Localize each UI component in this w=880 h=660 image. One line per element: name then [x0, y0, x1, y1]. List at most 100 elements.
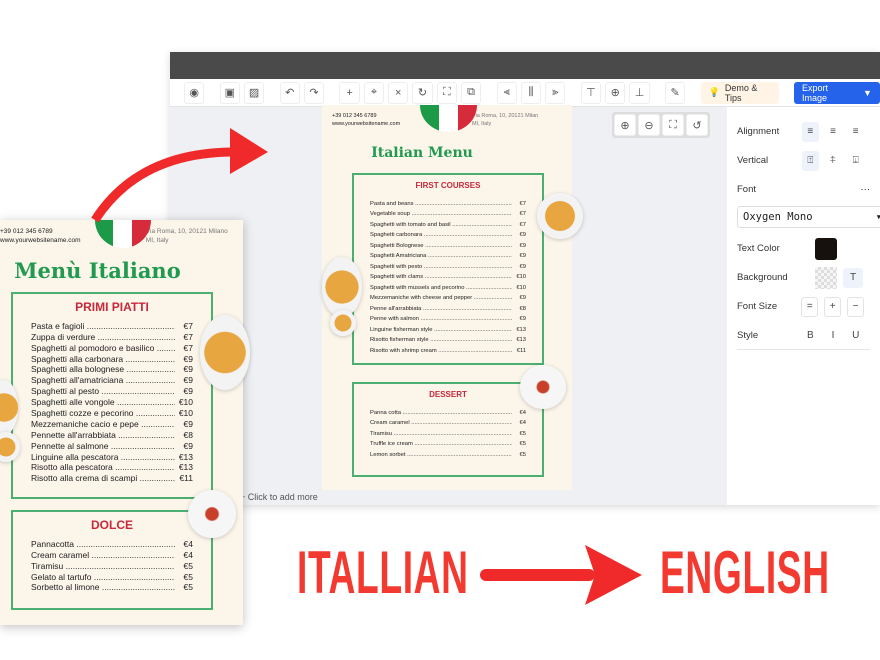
menu-item[interactable]: Sorbetto al limone €5	[31, 582, 193, 592]
title-bar	[170, 52, 880, 79]
size-increase-button[interactable]: +	[824, 296, 842, 317]
menu-item[interactable]: Zuppa di verdure €7	[31, 331, 193, 342]
demo-label: Demo & Tips	[724, 82, 758, 103]
menu-item[interactable]: Spaghetti cozze e pecorino€10	[31, 407, 193, 418]
menu-item[interactable]: Risotto alla pescatora€13	[31, 462, 193, 472]
menu-item[interactable]: Linguine fisherman style €13	[370, 322, 526, 333]
size-reset-button[interactable]: =	[801, 296, 819, 317]
align-left-icon[interactable]: ≡	[802, 121, 819, 142]
menu-item[interactable]: Risotto fisherman style €13	[370, 333, 526, 343]
menu-item[interactable]: Spaghetti alla bolognese €9	[31, 364, 193, 374]
menu-item[interactable]: Spaghetti Amatriciana €9	[370, 249, 526, 259]
menu-item[interactable]: Pennette all'arrabbiata €8	[31, 429, 193, 440]
demo-tips-button[interactable]: 💡 Demo & Tips	[700, 81, 779, 104]
align-center-icon[interactable]: ⫼	[520, 81, 542, 104]
align-bottom-icon[interactable]: ⊥	[629, 81, 650, 104]
item-price: €9	[183, 418, 193, 429]
fit-icon[interactable]: ⛶	[662, 114, 684, 136]
add-more-hint[interactable]: + Click to add more	[240, 492, 318, 502]
menu-item[interactable]: Lemon sorbet €5	[370, 447, 526, 458]
pasta-plate-image	[322, 257, 362, 317]
item-price: €9	[183, 386, 193, 397]
eye-icon[interactable]: ◉	[184, 81, 205, 104]
menu-item[interactable]: Pasta and beans €7	[370, 196, 526, 207]
menu-item[interactable]: Tiramisu €5	[31, 560, 193, 571]
add-icon[interactable]: +	[339, 81, 360, 104]
section-title[interactable]: DESSERT	[354, 390, 542, 399]
align-top-icon[interactable]: ⊤	[580, 81, 602, 104]
close-icon[interactable]: ×	[388, 81, 409, 104]
align-center-icon[interactable]: ≡	[825, 122, 842, 142]
font-select[interactable]: Oxygen Mono ▾	[737, 206, 880, 228]
menu-item[interactable]: Pasta e fagioli €7	[31, 320, 193, 331]
item-price: €7	[183, 320, 193, 331]
caret-down-icon[interactable]: ▼	[863, 88, 872, 98]
menu-item[interactable]: Pennette al salmone €9	[31, 440, 193, 451]
menu-item[interactable]: Spaghetti Bolognese €9	[370, 238, 526, 249]
menu-item[interactable]: Mezzemaniche with cheese and pepper €9	[370, 291, 526, 301]
section-title[interactable]: DOLCE	[13, 518, 211, 532]
section-title[interactable]: FIRST COURSES	[354, 181, 542, 190]
menu-item[interactable]: Cream caramel €4	[31, 549, 193, 560]
zoom-in-icon[interactable]: ⊕	[614, 114, 636, 136]
valign-bottom-icon[interactable]: ⍗	[847, 151, 864, 171]
bold-button[interactable]: B	[802, 325, 819, 345]
scan-icon[interactable]: ⛶	[436, 81, 457, 104]
menu-item[interactable]: Vegetable soup €7	[370, 207, 526, 217]
align-right-icon[interactable]: ⫸	[545, 81, 566, 104]
arrow-head	[230, 128, 268, 174]
align-left-icon[interactable]: ⫷	[496, 81, 517, 104]
italic-button[interactable]: I	[825, 325, 842, 345]
link-icon[interactable]: ⧉	[460, 81, 482, 104]
valign-middle-icon[interactable]: ⍏	[825, 151, 842, 171]
menu-item[interactable]: Risotto alla crema di scampi €11	[31, 472, 193, 483]
menu-item[interactable]: Spaghetti alla carbonara €9	[31, 353, 193, 364]
bg-text-button[interactable]: T	[843, 267, 863, 288]
menu-item[interactable]: Spaghetti all'amatriciana €9	[31, 374, 193, 385]
item-price: €10	[178, 397, 193, 408]
text-color-swatch[interactable]	[815, 237, 837, 260]
transparent-swatch[interactable]	[815, 266, 837, 289]
menu-item[interactable]: Truffle ice cream €5	[370, 437, 526, 447]
menu-item[interactable]: Linguine alla pescatora€13	[31, 451, 193, 462]
menu-item[interactable]: Cream caramel €4	[370, 416, 526, 426]
item-name: Linguine fisherman style	[370, 327, 512, 333]
reset-icon[interactable]: ↺	[686, 114, 708, 136]
menu-item[interactable]: Spaghetti carbonara €9	[370, 228, 526, 238]
size-decrease-button[interactable]: −	[847, 296, 864, 317]
menu-item[interactable]: Panna cotta €4	[370, 405, 526, 416]
align-right-icon[interactable]: ≡	[847, 122, 864, 142]
zoom-out-icon[interactable]: ⊖	[638, 114, 660, 136]
menu-title[interactable]: Menù Italiano	[0, 258, 195, 283]
menu-item[interactable]: Spaghetti with pesto €9	[370, 259, 526, 270]
valign-top-icon[interactable]: ⍐	[802, 150, 819, 171]
menu-item[interactable]: Penne all'arrabbiata €8	[370, 301, 526, 312]
redo-icon[interactable]: ↷	[303, 81, 325, 104]
menu-item[interactable]: Mezzemaniche cacio e pepe €9	[31, 418, 193, 429]
align-middle-icon[interactable]: ⊕	[605, 81, 626, 104]
menu-item[interactable]: Spaghetti alle vongole€10	[31, 396, 193, 407]
menu-title[interactable]: Italian Menu	[322, 145, 522, 161]
menu-item[interactable]: Spaghetti al pesto €9	[31, 385, 193, 396]
menu-item[interactable]: Spaghetti al pomodoro e basilico €7	[31, 342, 193, 353]
menu-item[interactable]: Pannacotta €4	[31, 538, 193, 549]
menu-item[interactable]: Spaghetti with clams €10	[370, 270, 526, 280]
menu-item[interactable]: Spaghetti with tomato and basil €7	[370, 217, 526, 228]
deselect-icon[interactable]: ▨	[243, 81, 265, 104]
section-title[interactable]: PRIMI PIATTI	[13, 300, 211, 314]
menu-item[interactable]: Risotto with shrimp cream €11	[370, 343, 526, 354]
brush-icon[interactable]: ✎	[665, 81, 686, 104]
focus-icon[interactable]: ⌖	[363, 81, 385, 104]
export-image-button[interactable]: Export Image ▼	[793, 81, 880, 104]
undo-icon[interactable]: ↶	[279, 81, 300, 104]
menu-item[interactable]: Tiramisu €5	[370, 426, 526, 437]
english-menu-page[interactable]: +39 012 345 6789 www.yourwebsitename.com …	[322, 105, 583, 490]
menu-item[interactable]: Penne with salmon €9	[370, 312, 526, 322]
contact-info: +39 012 345 6789 www.yourwebsitename.com	[332, 113, 400, 128]
menu-item[interactable]: Gelato al tartufo €5	[31, 571, 193, 582]
select-icon[interactable]: ▣	[219, 81, 240, 104]
refresh-icon[interactable]: ↻	[412, 81, 433, 104]
underline-button[interactable]: U	[847, 325, 864, 345]
menu-item[interactable]: Spaghetti with mussels and pecorino €10	[370, 280, 526, 291]
font-more-button[interactable]: ···	[861, 184, 871, 195]
